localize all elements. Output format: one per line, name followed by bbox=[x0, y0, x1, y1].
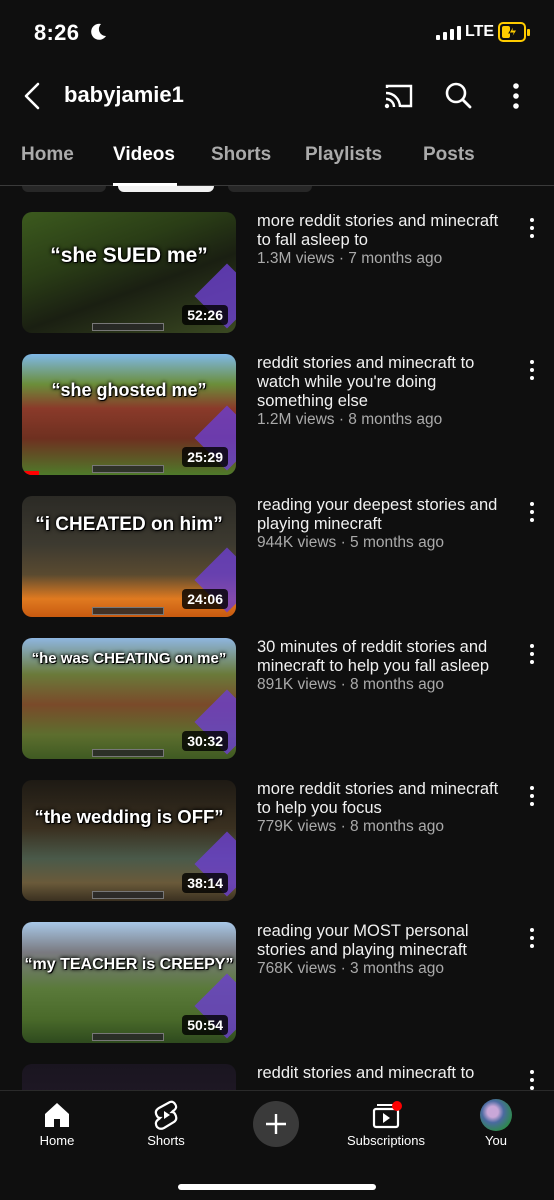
video-meta[interactable]: reddit stories and minecraft to bbox=[257, 1064, 515, 1083]
thumbnail-text: “she SUED me” bbox=[50, 244, 208, 267]
network-label: LTE bbox=[465, 23, 495, 40]
video-item[interactable]: “the wedding is OFF” 38:14 more reddit s… bbox=[0, 780, 554, 902]
back-arrow-icon[interactable] bbox=[16, 76, 52, 116]
nav-home[interactable]: Home bbox=[7, 1099, 107, 1148]
video-stats: 944K views · 5 months ago bbox=[257, 534, 444, 551]
video-thumbnail[interactable]: “the wedding is OFF” 38:14 bbox=[22, 780, 236, 901]
channel-tabs: Home Videos Shorts Playlists Posts bbox=[0, 130, 554, 186]
create-plus-icon bbox=[266, 1114, 286, 1134]
more-options-icon[interactable] bbox=[498, 78, 534, 114]
thumbnail-text: “my TEACHER is CREEPY” bbox=[24, 956, 234, 973]
signal-icon bbox=[436, 24, 461, 40]
video-stats: 768K views · 3 months ago bbox=[257, 960, 444, 977]
video-duration: 24:06 bbox=[182, 589, 228, 609]
video-title: more reddit stories and minecraft to fal… bbox=[257, 212, 499, 249]
video-item[interactable]: “he was CHEATING on me” 30:32 30 minutes… bbox=[0, 638, 554, 760]
video-duration: 30:32 bbox=[182, 731, 228, 751]
status-time: 8:26 bbox=[34, 20, 80, 45]
video-menu-icon[interactable] bbox=[524, 216, 540, 238]
avatar bbox=[480, 1099, 512, 1131]
filter-chip[interactable] bbox=[228, 186, 312, 192]
nav-label: You bbox=[485, 1133, 507, 1148]
video-menu-icon[interactable] bbox=[524, 358, 540, 380]
video-title: more reddit stories and minecraft to hel… bbox=[257, 780, 499, 817]
tab-posts[interactable]: Posts bbox=[423, 144, 475, 166]
hotbar-graphic bbox=[92, 323, 164, 331]
video-item[interactable]: “my TEACHER is CREEPY” 50:54 reading you… bbox=[0, 922, 554, 1044]
hotbar-graphic bbox=[92, 1033, 164, 1041]
video-item[interactable]: “i CHEATED on him” 24:06 reading your de… bbox=[0, 496, 554, 618]
video-stats: 1.2M views · 8 months ago bbox=[257, 411, 443, 428]
video-title: 30 minutes of reddit stories and minecra… bbox=[257, 638, 490, 675]
nav-subscriptions[interactable]: Subscriptions bbox=[336, 1099, 436, 1148]
video-thumbnail[interactable]: “she SUED me” 52:26 bbox=[22, 212, 236, 333]
video-meta[interactable]: more reddit stories and minecraft to fal… bbox=[257, 212, 515, 268]
home-indicator bbox=[178, 1184, 376, 1190]
video-menu-icon[interactable] bbox=[524, 784, 540, 806]
tab-playlists[interactable]: Playlists bbox=[305, 144, 382, 166]
video-title: reddit stories and minecraft to watch wh… bbox=[257, 354, 475, 410]
video-meta[interactable]: reading your MOST personal stories and p… bbox=[257, 922, 515, 978]
video-meta[interactable]: 30 minutes of reddit stories and minecra… bbox=[257, 638, 515, 694]
hotbar-graphic bbox=[92, 749, 164, 757]
video-thumbnail[interactable]: “he was CHEATING on me” 30:32 bbox=[22, 638, 236, 759]
video-item[interactable]: “she ghosted me” 25:29 reddit stories an… bbox=[0, 354, 554, 476]
hotbar-graphic bbox=[92, 891, 164, 899]
video-title: reading your deepest stories and playing… bbox=[257, 496, 498, 533]
hotbar-graphic bbox=[92, 607, 164, 615]
video-thumbnail[interactable]: “she ghosted me” 25:29 bbox=[22, 354, 236, 475]
subscriptions-icon bbox=[372, 1101, 402, 1129]
nav-you[interactable]: You bbox=[446, 1099, 546, 1148]
home-icon bbox=[45, 1103, 69, 1127]
video-meta[interactable]: reddit stories and minecraft to watch wh… bbox=[257, 354, 515, 429]
video-stats: 779K views · 8 months ago bbox=[257, 818, 444, 835]
thumbnail-text: “he was CHEATING on me” bbox=[31, 650, 227, 667]
filter-chip[interactable] bbox=[22, 186, 106, 192]
video-menu-icon[interactable] bbox=[524, 1068, 540, 1090]
video-duration: 38:14 bbox=[182, 873, 228, 893]
video-thumbnail[interactable]: “my TEACHER is CREEPY” 50:54 bbox=[22, 922, 236, 1043]
video-duration: 52:26 bbox=[182, 305, 228, 325]
filter-chip-selected[interactable] bbox=[118, 186, 214, 192]
tab-shorts[interactable]: Shorts bbox=[211, 144, 271, 166]
video-item[interactable]: “she SUED me” 52:26 more reddit stories … bbox=[0, 212, 554, 334]
tab-videos[interactable]: Videos bbox=[113, 144, 175, 166]
hotbar-graphic bbox=[92, 465, 164, 473]
video-stats: 891K views · 8 months ago bbox=[257, 676, 444, 693]
create-button[interactable] bbox=[253, 1101, 299, 1147]
thumbnail-text: “the wedding is OFF” bbox=[34, 806, 224, 827]
nav-label: Home bbox=[39, 1133, 75, 1148]
search-icon[interactable] bbox=[440, 78, 476, 114]
video-duration: 25:29 bbox=[182, 447, 228, 467]
video-menu-icon[interactable] bbox=[524, 926, 540, 948]
video-duration: 50:54 bbox=[182, 1015, 228, 1035]
video-thumbnail[interactable]: “i CHEATED on him” 24:06 bbox=[22, 496, 236, 617]
status-bar: 8:26 LTE bbox=[0, 0, 554, 66]
nav-label: Subscriptions bbox=[346, 1133, 426, 1148]
battery-icon bbox=[498, 22, 530, 42]
video-menu-icon[interactable] bbox=[524, 642, 540, 664]
channel-name: babyjamie1 bbox=[64, 82, 184, 107]
thumbnail-text: “i CHEATED on him” bbox=[35, 514, 223, 535]
shorts-icon bbox=[154, 1100, 178, 1130]
moon-icon bbox=[91, 23, 106, 40]
video-meta[interactable]: reading your deepest stories and playing… bbox=[257, 496, 515, 552]
video-stats: 1.3M views · 7 months ago bbox=[257, 250, 443, 267]
channel-header: babyjamie1 bbox=[0, 66, 554, 128]
watch-progress-bar bbox=[22, 471, 40, 475]
cast-icon[interactable] bbox=[381, 78, 417, 114]
video-meta[interactable]: more reddit stories and minecraft to hel… bbox=[257, 780, 515, 836]
tab-home[interactable]: Home bbox=[21, 144, 74, 166]
nav-shorts[interactable]: Shorts bbox=[116, 1099, 216, 1148]
video-menu-icon[interactable] bbox=[524, 500, 540, 522]
nav-label: Shorts bbox=[147, 1133, 185, 1148]
video-title: reading your MOST personal stories and p… bbox=[257, 922, 469, 959]
thumbnail-text: “she ghosted me” bbox=[51, 380, 207, 400]
video-title: reddit stories and minecraft to bbox=[257, 1064, 475, 1082]
